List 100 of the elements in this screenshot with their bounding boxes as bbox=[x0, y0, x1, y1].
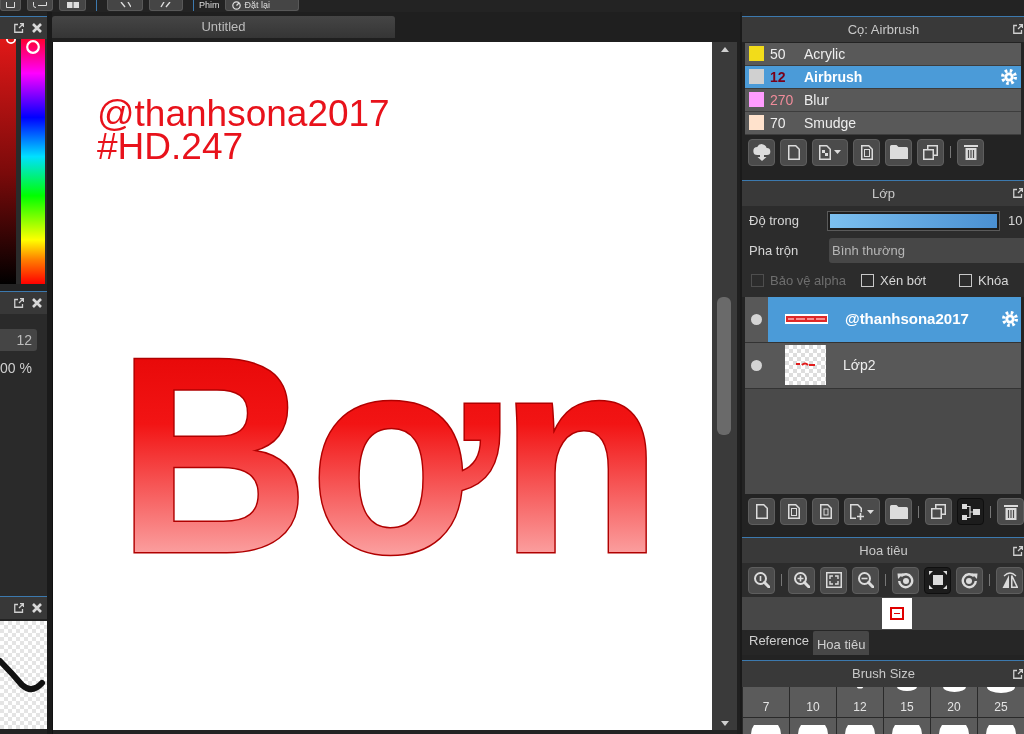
merge-button[interactable] bbox=[957, 498, 984, 526]
brush-size-cell[interactable] bbox=[743, 718, 789, 734]
layout-icon bbox=[33, 2, 47, 8]
frame-icon bbox=[825, 572, 842, 589]
brush-size-cell[interactable]: 20 bbox=[931, 687, 977, 717]
brush-item[interactable]: 50 Acrylic bbox=[745, 42, 1021, 66]
popout-icon[interactable] bbox=[1013, 24, 1023, 35]
add-layer-button[interactable] bbox=[844, 498, 880, 526]
new-button[interactable] bbox=[748, 498, 775, 526]
close-icon[interactable] bbox=[32, 603, 42, 613]
zoom-in-button[interactable] bbox=[788, 566, 815, 594]
brush-size-cell[interactable] bbox=[790, 718, 836, 734]
color-gradient-picker[interactable] bbox=[0, 39, 16, 284]
brush-item[interactable]: 270 Blur bbox=[745, 88, 1021, 112]
layer-name: Lớp2 bbox=[843, 355, 876, 375]
popout-icon[interactable] bbox=[1013, 669, 1023, 680]
hue-slider[interactable] bbox=[21, 39, 45, 284]
popout-icon[interactable] bbox=[1013, 188, 1023, 199]
brush-size-cell[interactable]: 10 bbox=[790, 687, 836, 717]
framed-page-icon bbox=[860, 144, 873, 160]
brush-size-cell[interactable] bbox=[884, 718, 930, 734]
duplicate-button[interactable] bbox=[917, 138, 944, 166]
grid-button[interactable] bbox=[59, 0, 86, 11]
layer-item[interactable]: Lớp2 bbox=[745, 342, 1021, 389]
brush-item[interactable]: 70 Smudge bbox=[745, 111, 1021, 135]
rotate-left-button[interactable] bbox=[892, 566, 919, 594]
brush-item[interactable]: 12 Airbrush bbox=[745, 65, 1021, 89]
redo-button[interactable] bbox=[149, 0, 183, 11]
brush-size-cell[interactable] bbox=[931, 718, 977, 734]
caret-icon bbox=[867, 509, 874, 514]
brush-size-field[interactable]: 12 bbox=[0, 329, 37, 351]
trash-icon bbox=[1003, 503, 1018, 520]
opacity-value: 10 bbox=[1008, 212, 1023, 231]
signature-text: #HD.247 bbox=[97, 130, 244, 163]
hue-marker-icon[interactable] bbox=[26, 39, 40, 54]
document-tab[interactable]: Untitled bbox=[52, 16, 395, 38]
copy-button[interactable] bbox=[812, 138, 848, 166]
brush-size-cell[interactable]: 12 bbox=[837, 687, 883, 717]
folder-button[interactable] bbox=[885, 498, 912, 526]
visibility-toggle[interactable] bbox=[745, 296, 768, 342]
navigator-thumbnail[interactable] bbox=[882, 598, 912, 630]
layer-type-button[interactable] bbox=[812, 498, 839, 526]
brush-name: Blur bbox=[804, 91, 829, 108]
zoom-out-button[interactable] bbox=[852, 566, 879, 594]
layer-thumbnail bbox=[785, 345, 826, 386]
layout-button[interactable] bbox=[27, 0, 53, 11]
popout-icon[interactable] bbox=[1013, 545, 1023, 556]
reset-button[interactable]: Đặt lại bbox=[224, 0, 299, 11]
panel-tab[interactable]: Hoa tiêu bbox=[813, 631, 870, 656]
popout-icon[interactable] bbox=[14, 23, 24, 33]
delete-button[interactable] bbox=[957, 138, 984, 166]
brush-size-cell[interactable] bbox=[978, 718, 1024, 734]
gear-icon[interactable] bbox=[1002, 311, 1018, 328]
picker-ring-icon[interactable] bbox=[6, 39, 16, 44]
popout-icon[interactable] bbox=[14, 298, 24, 308]
folder-button[interactable] bbox=[885, 138, 912, 166]
new-button[interactable] bbox=[780, 138, 807, 166]
brush-size: 70 bbox=[770, 114, 786, 131]
panel-title: Lớp bbox=[872, 184, 895, 203]
opacity-reading: 00 % bbox=[0, 360, 32, 376]
layer-item[interactable]: @thanhsona2017 bbox=[745, 296, 1021, 343]
close-icon[interactable] bbox=[32, 23, 42, 33]
download-button[interactable] bbox=[748, 138, 775, 166]
fit-screen-button[interactable] bbox=[924, 566, 951, 594]
lettering-artwork: Bơn bbox=[107, 338, 677, 570]
blend-label: Pha trộn bbox=[749, 242, 799, 261]
undo-button[interactable] bbox=[107, 0, 143, 11]
fit-button[interactable] bbox=[820, 566, 847, 594]
flip-button[interactable] bbox=[996, 566, 1023, 594]
layer-type-button[interactable] bbox=[780, 498, 807, 526]
brush-size-cell[interactable]: 15 bbox=[884, 687, 930, 717]
cloud-download-icon bbox=[752, 143, 771, 161]
close-icon[interactable] bbox=[32, 298, 42, 308]
rotate-right-button[interactable] bbox=[956, 566, 983, 594]
page-plus-icon bbox=[850, 503, 864, 520]
layer-thumbnail bbox=[785, 314, 828, 325]
delete-button[interactable] bbox=[997, 498, 1024, 526]
brush-size-cell[interactable] bbox=[837, 718, 883, 734]
scrollbar-thumb[interactable] bbox=[717, 297, 731, 435]
brush-size: 50 bbox=[770, 45, 786, 62]
blend-mode-dropdown[interactable]: Bình thường bbox=[829, 238, 1024, 264]
brush-size: 270 bbox=[770, 91, 794, 108]
folder-icon bbox=[889, 504, 908, 519]
document-button[interactable] bbox=[853, 138, 880, 166]
popout-icon[interactable] bbox=[14, 603, 24, 613]
brush-size-cell[interactable]: 7 bbox=[743, 687, 789, 717]
grid-icon bbox=[66, 2, 79, 8]
stacked-squares-icon bbox=[923, 144, 938, 160]
brush-name: Airbrush bbox=[804, 68, 863, 85]
framed-page-icon bbox=[819, 504, 832, 520]
folder-icon bbox=[889, 145, 908, 160]
brush-size-cell[interactable]: 25 bbox=[978, 687, 1024, 717]
reset-icon bbox=[231, 0, 241, 10]
actual-size-button[interactable] bbox=[748, 566, 775, 594]
duplicate-button[interactable] bbox=[925, 498, 952, 526]
window-button[interactable] bbox=[0, 0, 21, 11]
panel-title: Hoa tiêu bbox=[859, 542, 908, 560]
gear-icon[interactable] bbox=[1001, 68, 1017, 85]
checkbox-label: Bảo vệ alpha bbox=[770, 271, 846, 290]
checkbox-label: Xén bớt bbox=[880, 271, 927, 290]
